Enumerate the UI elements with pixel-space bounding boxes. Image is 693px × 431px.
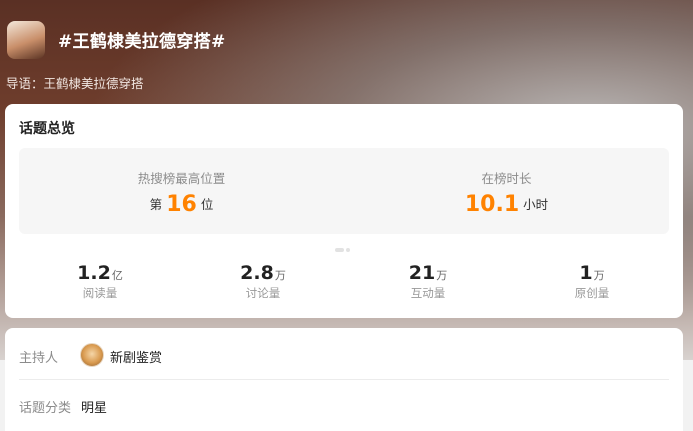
duration-label: 在榜时长 bbox=[481, 171, 532, 186]
category-label: 话题分类 bbox=[19, 401, 72, 416]
category-row: 话题分类 明星 bbox=[19, 380, 669, 430]
pager-dots[interactable] bbox=[335, 237, 352, 256]
stat-label: 互动量 bbox=[410, 286, 446, 300]
host-row[interactable]: 主持人 新剧鉴赏 bbox=[19, 330, 669, 380]
rank-prefix: 第 bbox=[149, 197, 163, 212]
host-avatar[interactable] bbox=[80, 343, 104, 367]
stat-label: 讨论量 bbox=[245, 286, 281, 300]
topic-title: #王鹤棣美拉德穿搭# bbox=[58, 32, 226, 52]
stat-discussion: 2.8万 讨论量 bbox=[183, 262, 343, 301]
rank-suffix: 位 bbox=[200, 197, 214, 212]
highest-rank: 热搜榜最高位置 第 16 位 bbox=[19, 148, 344, 234]
topic-avatar bbox=[7, 21, 45, 59]
duration-value: 10.1 小时 bbox=[344, 192, 669, 217]
pager-dot[interactable] bbox=[346, 248, 350, 252]
host-label: 主持人 bbox=[19, 351, 59, 366]
topic-overview-card: 话题总览 热搜榜最高位置 第 16 位 在榜时长 10.1 小时 1.2亿 阅读量 2… bbox=[5, 104, 683, 318]
stat-original: 1万 原创量 bbox=[512, 262, 672, 301]
host-name-link[interactable]: 新剧鉴赏 bbox=[110, 347, 162, 366]
stat-read: 1.2亿 阅读量 bbox=[20, 262, 180, 301]
highest-rank-label: 热搜榜最高位置 bbox=[137, 171, 226, 186]
stat-value: 21 bbox=[408, 262, 436, 284]
stat-unit: 万 bbox=[274, 269, 286, 282]
stat-value: 1 bbox=[579, 262, 593, 284]
rank-number: 16 bbox=[166, 192, 197, 217]
overview-title: 话题总览 bbox=[19, 121, 75, 137]
stat-unit: 万 bbox=[436, 269, 448, 282]
rank-summary: 热搜榜最高位置 第 16 位 在榜时长 10.1 小时 bbox=[19, 148, 669, 234]
topic-guide: 导语：王鹤棣美拉德穿搭 bbox=[6, 76, 144, 91]
stat-value: 1.2 bbox=[77, 262, 111, 284]
stat-label: 阅读量 bbox=[82, 286, 118, 300]
stat-interaction: 21万 互动量 bbox=[348, 262, 508, 301]
duration-unit: 小时 bbox=[523, 197, 549, 212]
stat-label: 原创量 bbox=[574, 286, 610, 300]
pager-dot-active[interactable] bbox=[335, 248, 344, 252]
topic-info-card: 主持人 新剧鉴赏 话题分类 明星 bbox=[5, 328, 683, 431]
duration-number: 10.1 bbox=[464, 192, 520, 217]
stat-unit: 亿 bbox=[111, 269, 123, 282]
stat-unit: 万 bbox=[593, 269, 605, 282]
duration-on-list: 在榜时长 10.1 小时 bbox=[344, 148, 669, 234]
stat-value: 2.8 bbox=[240, 262, 274, 284]
category-value: 明星 bbox=[81, 401, 108, 416]
highest-rank-value: 第 16 位 bbox=[19, 192, 344, 217]
